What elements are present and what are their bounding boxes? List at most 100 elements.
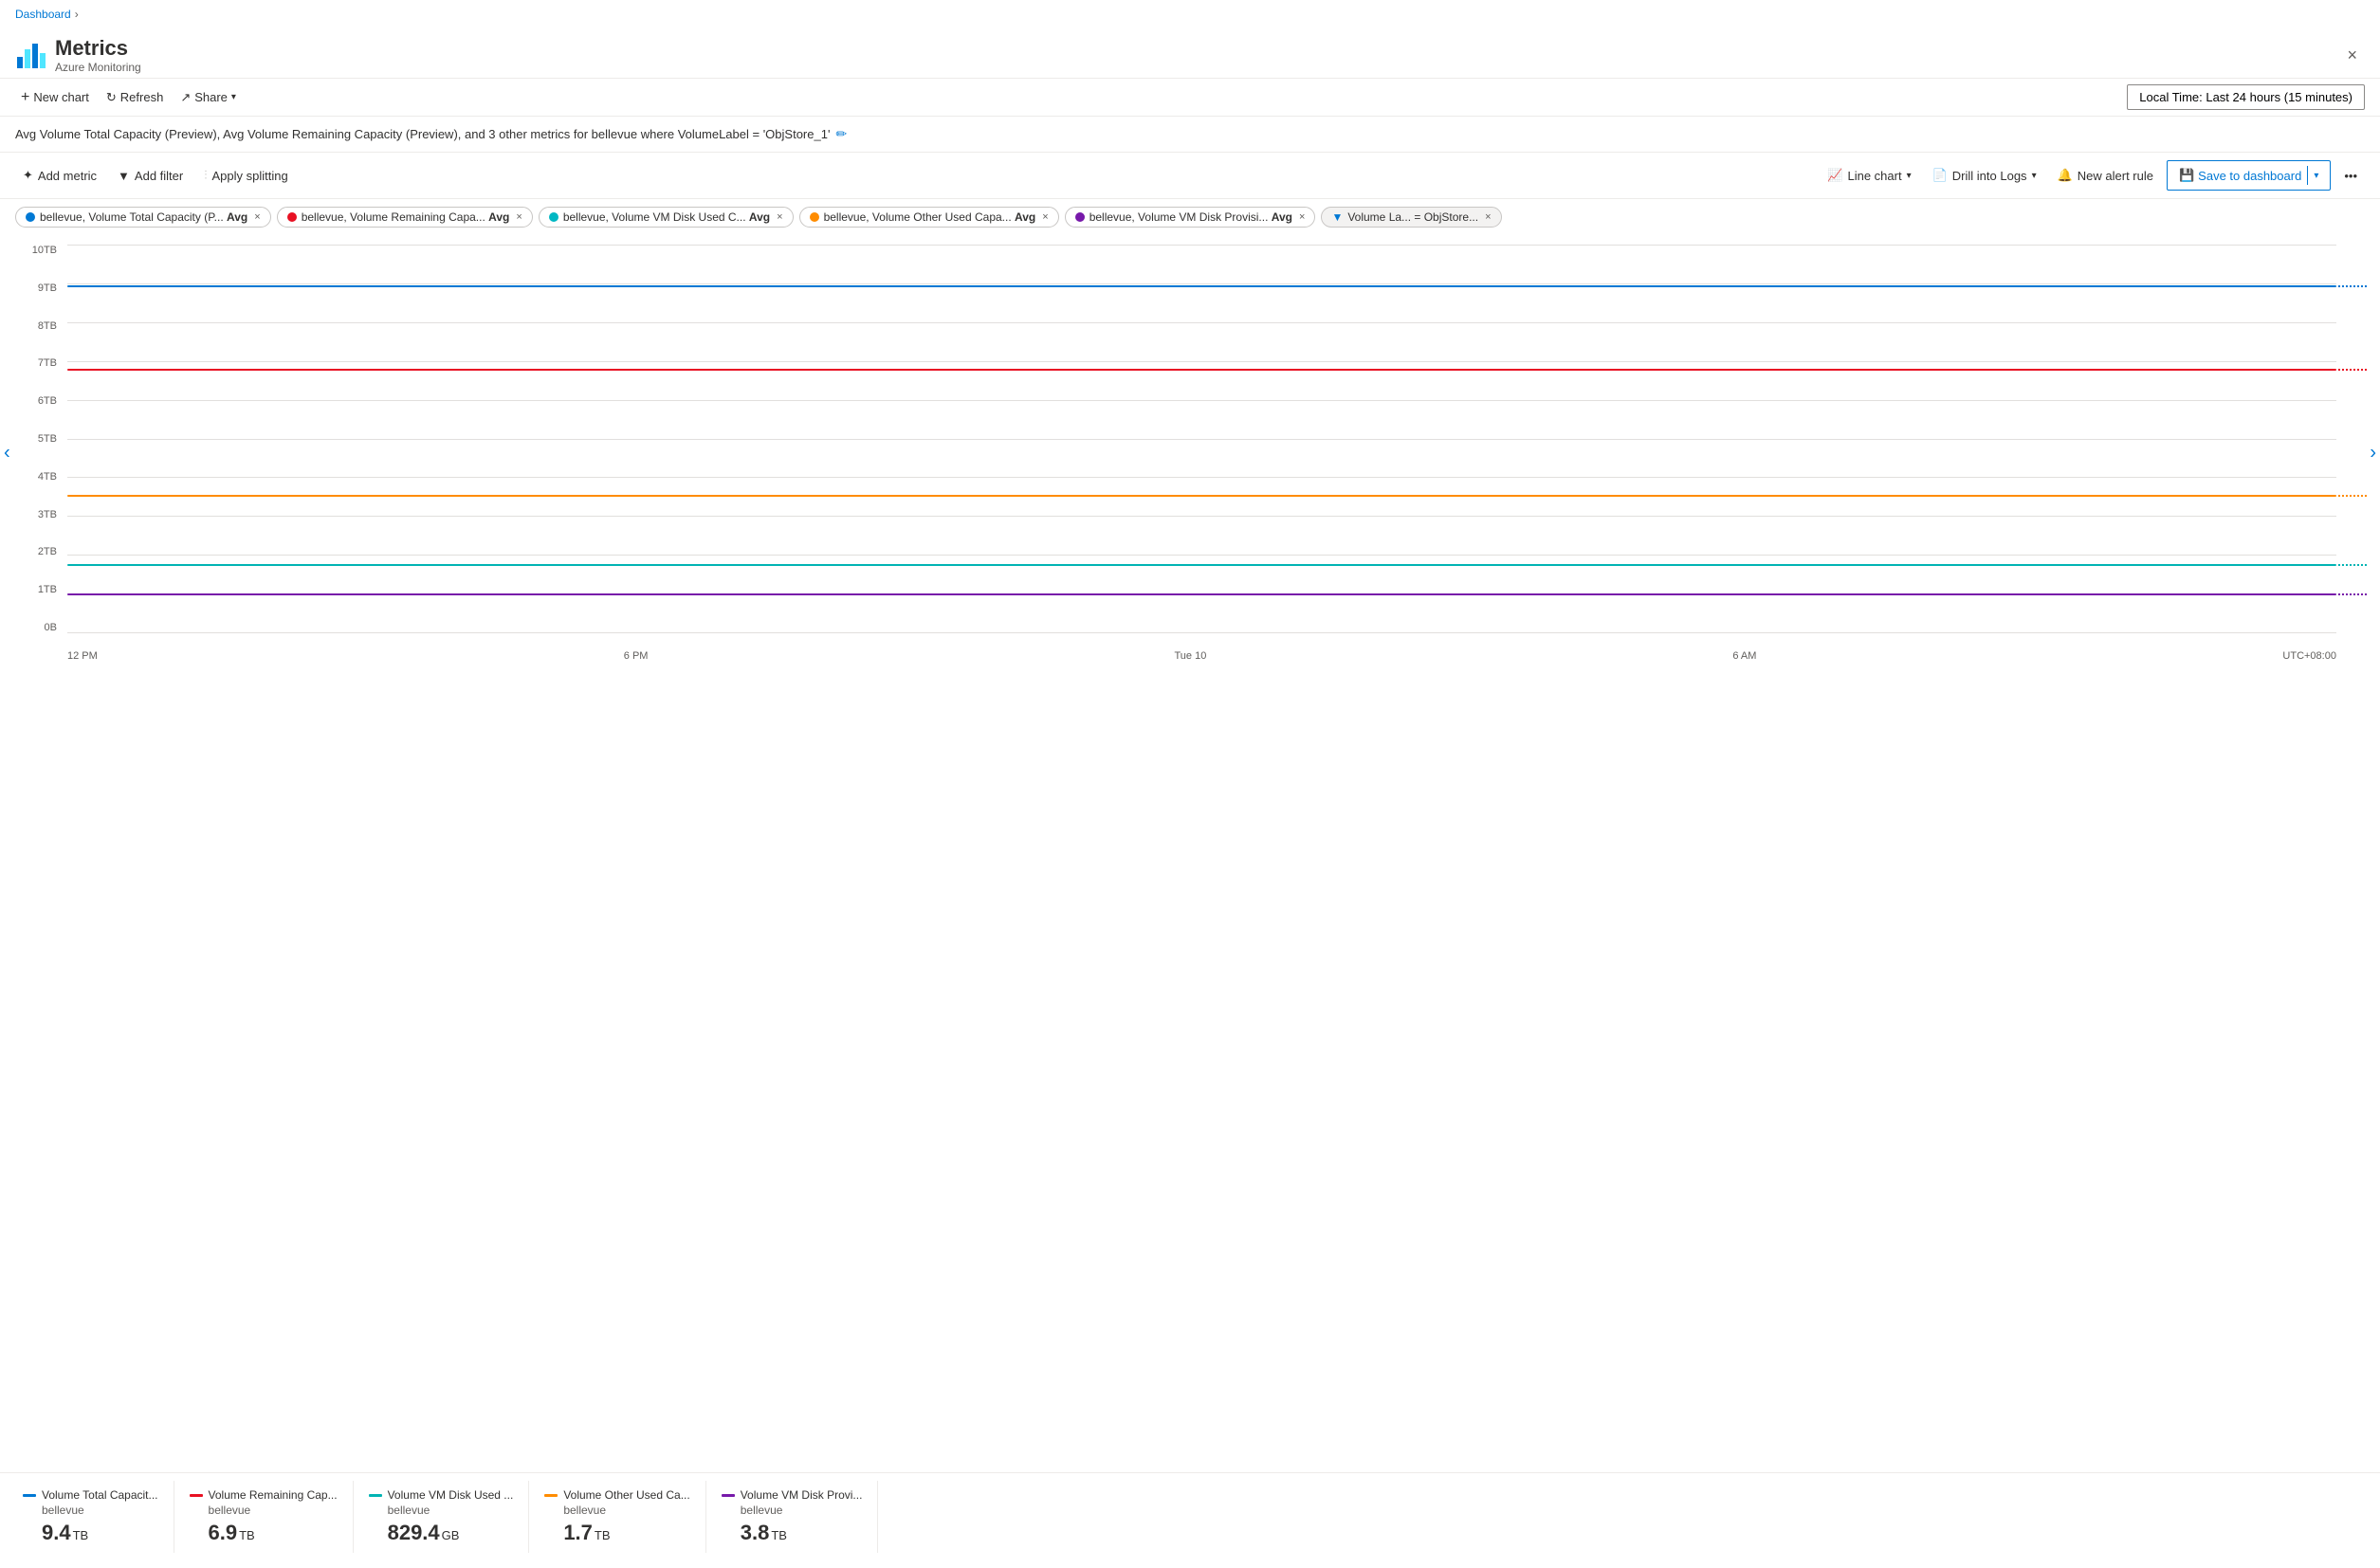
tag-remove-t1[interactable]: ×: [254, 211, 260, 223]
save-to-dashboard-button[interactable]: 💾 Save to dashboard ▾: [2167, 160, 2331, 191]
tag-remove-t2[interactable]: ×: [516, 211, 522, 223]
legend-number-l4: 1.7: [563, 1521, 593, 1545]
legend-unit-l3: GB: [442, 1528, 460, 1542]
x-label: 12 PM: [67, 650, 98, 662]
legend-value-l5: 3.8TB: [741, 1521, 863, 1545]
legend-value-l1: 9.4TB: [42, 1521, 158, 1545]
apply-splitting-button[interactable]: ⫶ Apply splitting: [196, 163, 295, 188]
legend-label-row-l4: Volume Other Used Ca...: [544, 1488, 689, 1502]
save-chevron-icon: ▾: [2314, 171, 2318, 181]
chart-line-dashed-line1: [2338, 285, 2367, 287]
grid-line: [67, 439, 2336, 440]
tag-remove-t6[interactable]: ×: [1485, 211, 1491, 223]
toolbar-right: Local Time: Last 24 hours (15 minutes): [2127, 84, 2365, 110]
legend: Volume Total Capacit...bellevue9.4TBVolu…: [0, 1472, 2380, 1568]
refresh-button[interactable]: ↻ Refresh: [101, 86, 169, 109]
line-chart-label: Line chart: [1847, 169, 1901, 183]
legend-name-l2: Volume Remaining Cap...: [209, 1488, 338, 1502]
filter-tag-icon: ▼: [1331, 210, 1343, 224]
share-button[interactable]: ↗ Share ▾: [174, 86, 242, 109]
legend-name-l5: Volume VM Disk Provi...: [741, 1488, 863, 1502]
breadcrumb: Dashboard ›: [0, 0, 2380, 28]
tag-t2: bellevue, Volume Remaining Capa... Avg×: [277, 207, 533, 228]
legend-label-row-l3: Volume VM Disk Used ...: [369, 1488, 514, 1502]
add-filter-button[interactable]: ▼ Add filter: [110, 164, 191, 188]
x-label: UTC+08:00: [2282, 650, 2336, 662]
chart-line-line5: [67, 593, 2336, 595]
tag-t1: bellevue, Volume Total Capacity (P... Av…: [15, 207, 271, 228]
legend-color-l3: [369, 1494, 382, 1497]
filter-icon: ▼: [118, 169, 130, 183]
add-filter-label: Add filter: [135, 169, 183, 183]
header-left: Metrics Azure Monitoring: [15, 36, 141, 74]
new-alert-rule-button[interactable]: 🔔 New alert rule: [2050, 163, 2161, 188]
share-label: Share: [194, 90, 228, 104]
chart-title-text: Avg Volume Total Capacity (Preview), Avg…: [15, 127, 830, 141]
legend-color-l4: [544, 1494, 558, 1497]
legend-sub-l3: bellevue: [388, 1504, 514, 1517]
add-metric-icon: ✦: [23, 168, 33, 183]
breadcrumb-dashboard-link[interactable]: Dashboard: [15, 8, 71, 21]
time-range-button[interactable]: Local Time: Last 24 hours (15 minutes): [2127, 84, 2365, 110]
grid-line: [67, 283, 2336, 284]
legend-sub-l2: bellevue: [209, 1504, 338, 1517]
legend-label-row-l2: Volume Remaining Cap...: [190, 1488, 338, 1502]
plus-icon: +: [21, 89, 29, 106]
close-button[interactable]: ×: [2339, 42, 2365, 69]
grid-line: [67, 361, 2336, 362]
drill-into-logs-button[interactable]: 📄 Drill into Logs ▾: [1925, 163, 2044, 188]
edit-title-icon[interactable]: ✏: [835, 126, 847, 142]
new-chart-label: New chart: [33, 90, 89, 104]
grid-line: [67, 400, 2336, 401]
line-chart-button[interactable]: 📈 Line chart ▾: [1820, 163, 1918, 188]
chart-title-bar: Avg Volume Total Capacity (Preview), Avg…: [0, 117, 2380, 153]
y-label: 10TB: [15, 245, 63, 256]
tag-dot-t5: [1075, 212, 1085, 222]
grid-line: [67, 632, 2336, 633]
tag-remove-t4[interactable]: ×: [1042, 211, 1048, 223]
x-label: 6 AM: [1732, 650, 1756, 662]
tag-dot-t4: [810, 212, 819, 222]
tag-dot-t2: [287, 212, 297, 222]
tag-remove-t5[interactable]: ×: [1299, 211, 1305, 223]
y-label: 9TB: [15, 283, 63, 294]
legend-name-l4: Volume Other Used Ca...: [563, 1488, 689, 1502]
main-toolbar: + New chart ↻ Refresh ↗ Share ▾ Local Ti…: [0, 79, 2380, 117]
logs-chevron-icon: ▾: [2032, 171, 2037, 181]
line-chart-chevron: ▾: [1907, 171, 1912, 181]
legend-number-l5: 3.8: [741, 1521, 770, 1545]
grid-line: [67, 322, 2336, 323]
more-options-button[interactable]: •••: [2336, 164, 2365, 188]
legend-item-l3: Volume VM Disk Used ...bellevue829.4GB: [354, 1481, 530, 1553]
chart-line-dashed-line2: [2338, 369, 2367, 371]
legend-label-row-l5: Volume VM Disk Provi...: [722, 1488, 863, 1502]
save-dashboard-label: Save to dashboard: [2198, 169, 2301, 183]
chart-nav-left[interactable]: ‹: [0, 435, 18, 472]
ellipsis-icon: •••: [2344, 169, 2357, 183]
legend-unit-l2: TB: [239, 1528, 255, 1542]
y-label: 5TB: [15, 433, 63, 445]
y-label: 8TB: [15, 320, 63, 332]
chart-container: 10TB9TB8TB7TB6TB5TB4TB3TB2TB1TB0B 12 PM6…: [15, 245, 2365, 662]
legend-name-l1: Volume Total Capacit...: [42, 1488, 158, 1502]
tag-t5: bellevue, Volume VM Disk Provisi... Avg ×: [1065, 207, 1316, 228]
tag-text-t5: bellevue, Volume VM Disk Provisi... Avg: [1089, 210, 1292, 224]
legend-sub-l4: bellevue: [563, 1504, 689, 1517]
legend-value-l4: 1.7TB: [563, 1521, 689, 1545]
tag-remove-t3[interactable]: ×: [777, 211, 782, 223]
add-metric-label: Add metric: [38, 169, 97, 183]
grid-line: [67, 516, 2336, 517]
tag-dot-t1: [26, 212, 35, 222]
add-metric-button[interactable]: ✦ Add metric: [15, 163, 104, 188]
tag-t6: ▼Volume La... = ObjStore...×: [1321, 207, 1501, 228]
y-label: 7TB: [15, 357, 63, 369]
chart-nav-right[interactable]: ›: [2362, 435, 2380, 472]
y-label: 4TB: [15, 471, 63, 483]
legend-unit-l5: TB: [771, 1528, 787, 1542]
legend-unit-l1: TB: [73, 1528, 89, 1542]
new-chart-button[interactable]: + New chart: [15, 85, 95, 110]
chart-line-line3: [67, 495, 2336, 497]
legend-item-l1: Volume Total Capacit...bellevue9.4TB: [15, 1481, 174, 1553]
refresh-icon: ↻: [106, 90, 117, 105]
new-alert-label: New alert rule: [2078, 169, 2153, 183]
